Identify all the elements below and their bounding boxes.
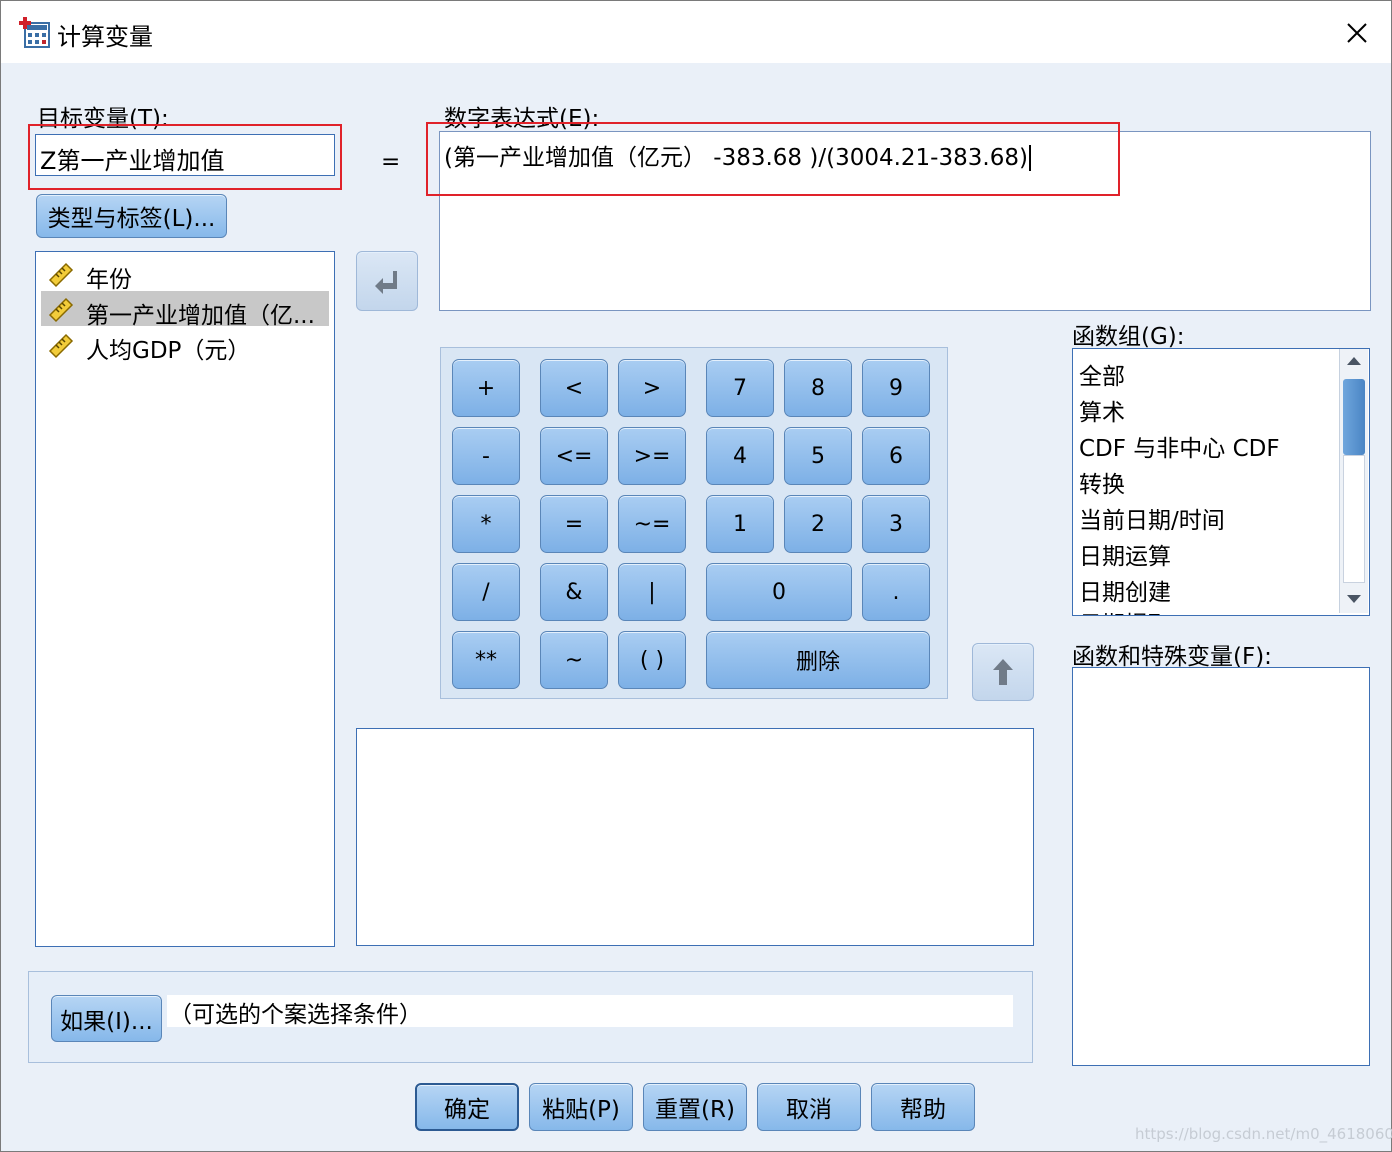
scroll-up-icon[interactable] <box>1345 355 1363 367</box>
key-6[interactable]: 6 <box>862 427 930 485</box>
variable-item-primary-industry[interactable]: 第一产业增加值（亿... <box>86 296 315 330</box>
key-not-equal[interactable]: ~= <box>618 495 686 553</box>
key-greater-equal[interactable]: >= <box>618 427 686 485</box>
key-2[interactable]: 2 <box>784 495 852 553</box>
key-equal[interactable]: = <box>540 495 608 553</box>
function-group-item[interactable]: 日期创建 <box>1079 573 1171 607</box>
key-9[interactable]: 9 <box>862 359 930 417</box>
target-highlight-box <box>28 124 342 190</box>
key-divide[interactable]: / <box>452 563 520 621</box>
paste-button[interactable]: 粘贴(P) <box>529 1083 633 1131</box>
key-power[interactable]: ** <box>452 631 520 689</box>
key-decimal[interactable]: . <box>862 563 930 621</box>
variable-list[interactable]: 年份 第一产业增加值（亿... 人均GDP（元） <box>35 251 335 947</box>
variable-item-gdp-per-capita[interactable]: 人均GDP（元） <box>86 331 250 365</box>
function-group-item[interactable]: 算术 <box>1079 393 1125 427</box>
key-delete[interactable]: 删除 <box>706 631 930 689</box>
cancel-button[interactable]: 取消 <box>757 1083 861 1131</box>
watermark: https://blog.csdn.net/m0_46180607 <box>1135 1125 1392 1143</box>
compute-variable-dialog: 计算变量 目标变量(T): Z第一产业增加值 = 类型与标签(L)... 数字表… <box>0 0 1392 1152</box>
move-variable-button[interactable] <box>356 251 418 311</box>
reset-button[interactable]: 重置(R) <box>643 1083 747 1131</box>
key-1[interactable]: 1 <box>706 495 774 553</box>
function-group-item[interactable]: 转换 <box>1079 465 1125 499</box>
scroll-down-icon[interactable] <box>1345 593 1363 605</box>
function-group-item[interactable]: 当前日期/时间 <box>1079 501 1225 535</box>
help-button[interactable]: 帮助 <box>871 1083 975 1131</box>
function-group-label: 函数组(G): <box>1072 324 1185 350</box>
compute-variable-icon <box>19 17 50 48</box>
key-3[interactable]: 3 <box>862 495 930 553</box>
close-icon[interactable] <box>1337 13 1377 53</box>
key-minus[interactable]: - <box>452 427 520 485</box>
functions-list[interactable] <box>1072 667 1370 1066</box>
key-parentheses[interactable]: ( ) <box>618 631 686 689</box>
function-group-item[interactable]: CDF 与非中心 CDF <box>1079 429 1280 463</box>
scroll-thumb[interactable] <box>1343 379 1365 455</box>
key-5[interactable]: 5 <box>784 427 852 485</box>
key-greater-than[interactable]: > <box>618 359 686 417</box>
condition-text: （可选的个案选择条件） <box>167 995 1013 1028</box>
scale-ruler-icon <box>48 297 74 323</box>
functions-label: 函数和特殊变量(F): <box>1072 644 1272 670</box>
scale-ruler-icon <box>48 333 74 359</box>
function-group-list[interactable]: 全部 算术 CDF 与非中心 CDF 转换 当前日期/时间 日期运算 日期创建 … <box>1072 348 1370 616</box>
title-bar: 计算变量 <box>1 1 1391 63</box>
key-and[interactable]: & <box>540 563 608 621</box>
type-label-button[interactable]: 类型与标签(L)... <box>36 194 227 238</box>
scroll-track[interactable] <box>1343 455 1365 583</box>
arrow-up-icon <box>993 659 1013 685</box>
key-not[interactable]: ~ <box>540 631 608 689</box>
equals-sign: = <box>381 149 401 175</box>
function-group-item[interactable]: 日期提取 <box>1079 605 1171 615</box>
scrollbar[interactable] <box>1339 349 1368 613</box>
key-multiply[interactable]: * <box>452 495 520 553</box>
key-or[interactable]: | <box>618 563 686 621</box>
variable-item-year[interactable]: 年份 <box>86 260 132 294</box>
function-description-box <box>356 728 1034 946</box>
expression-highlight-box <box>426 122 1120 196</box>
key-4[interactable]: 4 <box>706 427 774 485</box>
key-7[interactable]: 7 <box>706 359 774 417</box>
window-title: 计算变量 <box>57 23 153 51</box>
scale-ruler-icon <box>48 262 74 288</box>
key-8[interactable]: 8 <box>784 359 852 417</box>
if-button[interactable]: 如果(I)... <box>51 995 162 1042</box>
key-plus[interactable]: + <box>452 359 520 417</box>
key-0[interactable]: 0 <box>706 563 852 621</box>
key-less-equal[interactable]: <= <box>540 427 608 485</box>
function-group-item[interactable]: 日期运算 <box>1079 537 1171 571</box>
ok-button[interactable]: 确定 <box>415 1083 519 1131</box>
function-group-item[interactable]: 全部 <box>1079 357 1125 391</box>
key-less-than[interactable]: < <box>540 359 608 417</box>
arrow-left-icon <box>375 271 397 294</box>
insert-function-button[interactable] <box>972 643 1034 701</box>
